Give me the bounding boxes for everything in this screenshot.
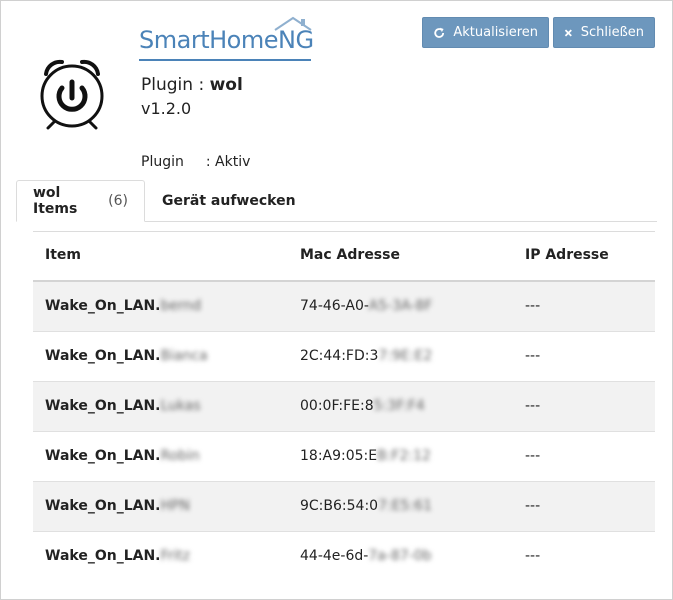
tab-wol-items-label: wol Items	[33, 185, 78, 217]
plugin-label: Plugin :	[141, 75, 210, 95]
column-header-ip[interactable]: IP Adresse	[525, 247, 609, 263]
close-icon	[564, 28, 572, 37]
item-cell: Wake_On_LAN.Robin	[45, 448, 200, 464]
item-cell: Wake_On_LAN.Lukas	[45, 398, 201, 414]
tab-wol-items[interactable]: wol Items (6)	[16, 180, 145, 222]
status-label: Plugin	[141, 154, 184, 170]
ip-cell: ---	[525, 298, 541, 314]
tab-geraet-aufwecken-label: Gerät aufwecken	[162, 192, 296, 209]
brand-underline	[139, 59, 311, 61]
table-header: Item Mac Adresse IP Adresse	[33, 231, 655, 282]
table-row[interactable]: Wake_On_LAN.bernd 74-46-A0-A5-3A-8F ---	[33, 282, 655, 332]
table-row[interactable]: Wake_On_LAN.Robin 18:A9:05:EB:F2:12 ---	[33, 432, 655, 482]
mac-cell: 18:A9:05:EB:F2:12	[300, 448, 431, 464]
refresh-button[interactable]: Aktualisieren	[422, 17, 549, 48]
plugin-title: Plugin : wol	[141, 75, 243, 95]
ip-cell: ---	[525, 448, 541, 464]
plugin-status: Plugin : Aktiv	[141, 154, 250, 170]
tab-bar: wol Items (6) Gerät aufwecken	[16, 180, 657, 222]
column-header-item[interactable]: Item	[45, 247, 81, 263]
refresh-label: Aktualisieren	[453, 25, 538, 40]
refresh-icon	[434, 27, 445, 38]
table-row[interactable]: Wake_On_LAN.HPN 9C:B6:54:07:E5:61 ---	[33, 482, 655, 532]
item-cell: Wake_On_LAN.bernd	[45, 298, 202, 314]
ip-cell: ---	[525, 348, 541, 364]
plugin-name: wol	[209, 75, 243, 95]
ip-cell: ---	[525, 398, 541, 414]
mac-cell: 00:0F:FE:85:3F:F4	[300, 398, 425, 414]
brand-text-main: SmartHome	[139, 26, 278, 54]
table-row[interactable]: Wake_On_LAN.Lukas 00:0F:FE:85:3F:F4 ---	[33, 382, 655, 432]
close-label: Schließen	[580, 25, 644, 40]
plugin-version: v1.2.0	[141, 99, 192, 118]
table-row[interactable]: Wake_On_LAN.Bianca 2C:44:FD:37:9E:E2 ---	[33, 332, 655, 382]
mac-cell: 74-46-A0-A5-3A-8F	[300, 298, 433, 314]
item-cell: Wake_On_LAN.Fritz	[45, 548, 191, 564]
item-cell: Wake_On_LAN.Bianca	[45, 348, 208, 364]
ip-cell: ---	[525, 548, 541, 564]
plugin-logo-icon	[40, 59, 104, 130]
mac-cell: 44-4e-6d-7a-87-0b	[300, 548, 432, 564]
ip-cell: ---	[525, 498, 541, 514]
item-cell: Wake_On_LAN.HPN	[45, 498, 190, 514]
tab-wol-items-count: (6)	[108, 193, 128, 209]
mac-cell: 2C:44:FD:37:9E:E2	[300, 348, 433, 364]
mac-cell: 9C:B6:54:07:E5:61	[300, 498, 432, 514]
table-row[interactable]: Wake_On_LAN.Fritz 44-4e-6d-7a-87-0b ---	[33, 532, 655, 581]
wol-items-table: Item Mac Adresse IP Adresse Wake_On_LAN.…	[33, 231, 655, 581]
column-header-mac[interactable]: Mac Adresse	[300, 247, 400, 263]
close-button[interactable]: Schließen	[553, 17, 655, 48]
tab-geraet-aufwecken[interactable]: Gerät aufwecken	[146, 180, 312, 221]
house-icon	[274, 16, 312, 31]
status-value: : Aktiv	[205, 154, 251, 170]
